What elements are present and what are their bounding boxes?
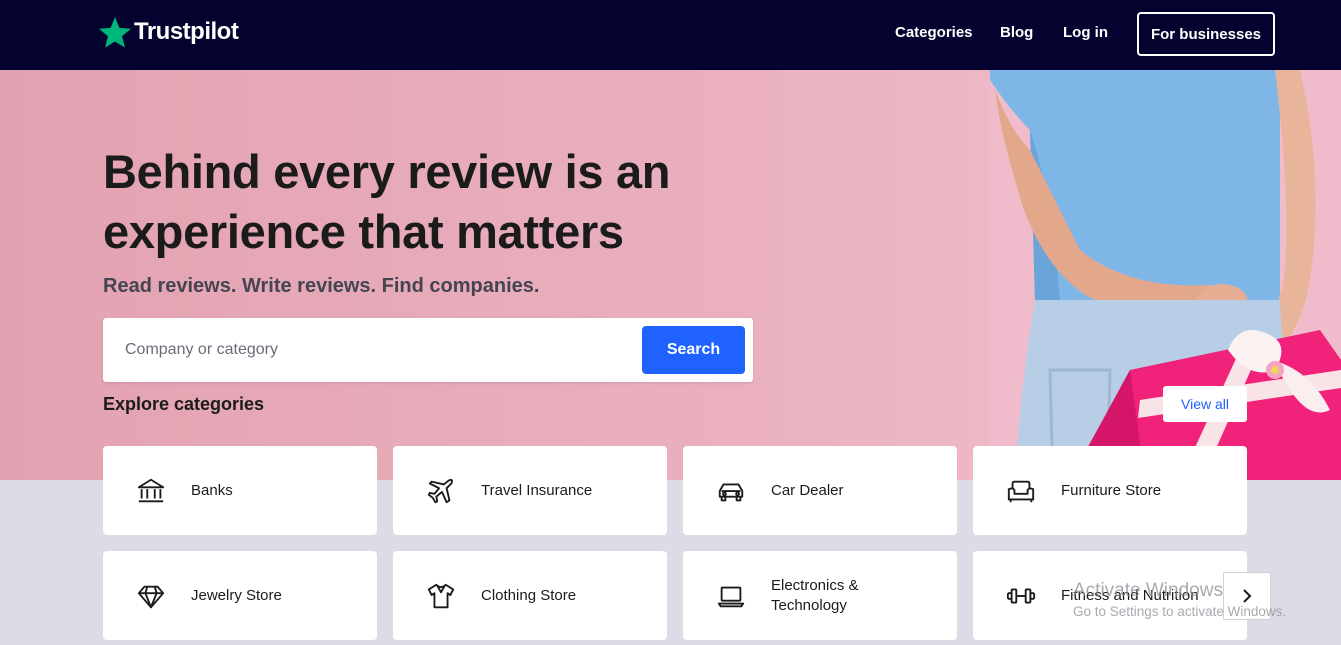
bank-icon (135, 475, 167, 507)
category-label: Banks (191, 481, 233, 499)
category-label: Electronics & Technology (771, 576, 859, 614)
category-label: Clothing Store (481, 586, 577, 604)
category-label: Car Dealer (771, 481, 844, 499)
diamond-icon (135, 580, 167, 612)
carousel-next-button[interactable] (1223, 572, 1271, 620)
top-navigation: Trustpilot Categories Blog Log in For bu… (0, 0, 1341, 70)
chevron-right-icon (1243, 589, 1252, 603)
star-icon (98, 17, 132, 48)
headline-line-2: experience that matters (103, 205, 624, 258)
category-card-car-dealer[interactable]: Car Dealer (683, 446, 957, 535)
view-all-button[interactable]: View all (1163, 386, 1247, 422)
search-input[interactable] (125, 338, 625, 362)
category-card-furniture-store[interactable]: Furniture Store (973, 446, 1247, 535)
category-card-electronics-technology[interactable]: Electronics & Technology (683, 551, 957, 640)
dumbbell-icon (1005, 580, 1037, 612)
category-card-clothing-store[interactable]: Clothing Store (393, 551, 667, 640)
shirt-icon (425, 580, 457, 612)
nav-link-blog[interactable]: Blog (1000, 24, 1033, 41)
hero-headline: Behind every review is an experience tha… (103, 142, 823, 262)
category-label: Fitness and Nutrition (1061, 586, 1199, 604)
category-card-fitness-nutrition[interactable]: Fitness and Nutrition (973, 551, 1247, 640)
category-label: Furniture Store (1061, 481, 1162, 499)
category-card-banks[interactable]: Banks (103, 446, 377, 535)
hero-subheadline: Read reviews. Write reviews. Find compan… (103, 275, 540, 297)
search-button[interactable]: Search (642, 326, 745, 374)
category-grid: Banks Travel Insurance Car Dealer Furnit… (103, 446, 1247, 640)
category-label: Travel Insurance (481, 481, 593, 499)
trustpilot-logo[interactable]: Trustpilot (98, 15, 239, 49)
laptop-icon (715, 580, 747, 612)
nav-link-categories[interactable]: Categories (895, 24, 973, 41)
headline-line-1: Behind every review is an (103, 145, 671, 198)
category-card-jewelry-store[interactable]: Jewelry Store (103, 551, 377, 640)
logo-text: Trustpilot (134, 18, 239, 45)
category-label: Jewelry Store (191, 586, 282, 604)
explore-categories-title: Explore categories (103, 394, 265, 414)
car-icon (715, 475, 747, 507)
nav-link-login[interactable]: Log in (1063, 24, 1108, 41)
category-card-travel-insurance[interactable]: Travel Insurance (393, 446, 667, 535)
hero-section: Behind every review is an experience tha… (0, 70, 1341, 480)
armchair-icon (1005, 475, 1037, 507)
for-businesses-button[interactable]: For businesses (1137, 12, 1275, 56)
search-bar: Search (103, 318, 753, 382)
airplane-icon (425, 475, 457, 507)
